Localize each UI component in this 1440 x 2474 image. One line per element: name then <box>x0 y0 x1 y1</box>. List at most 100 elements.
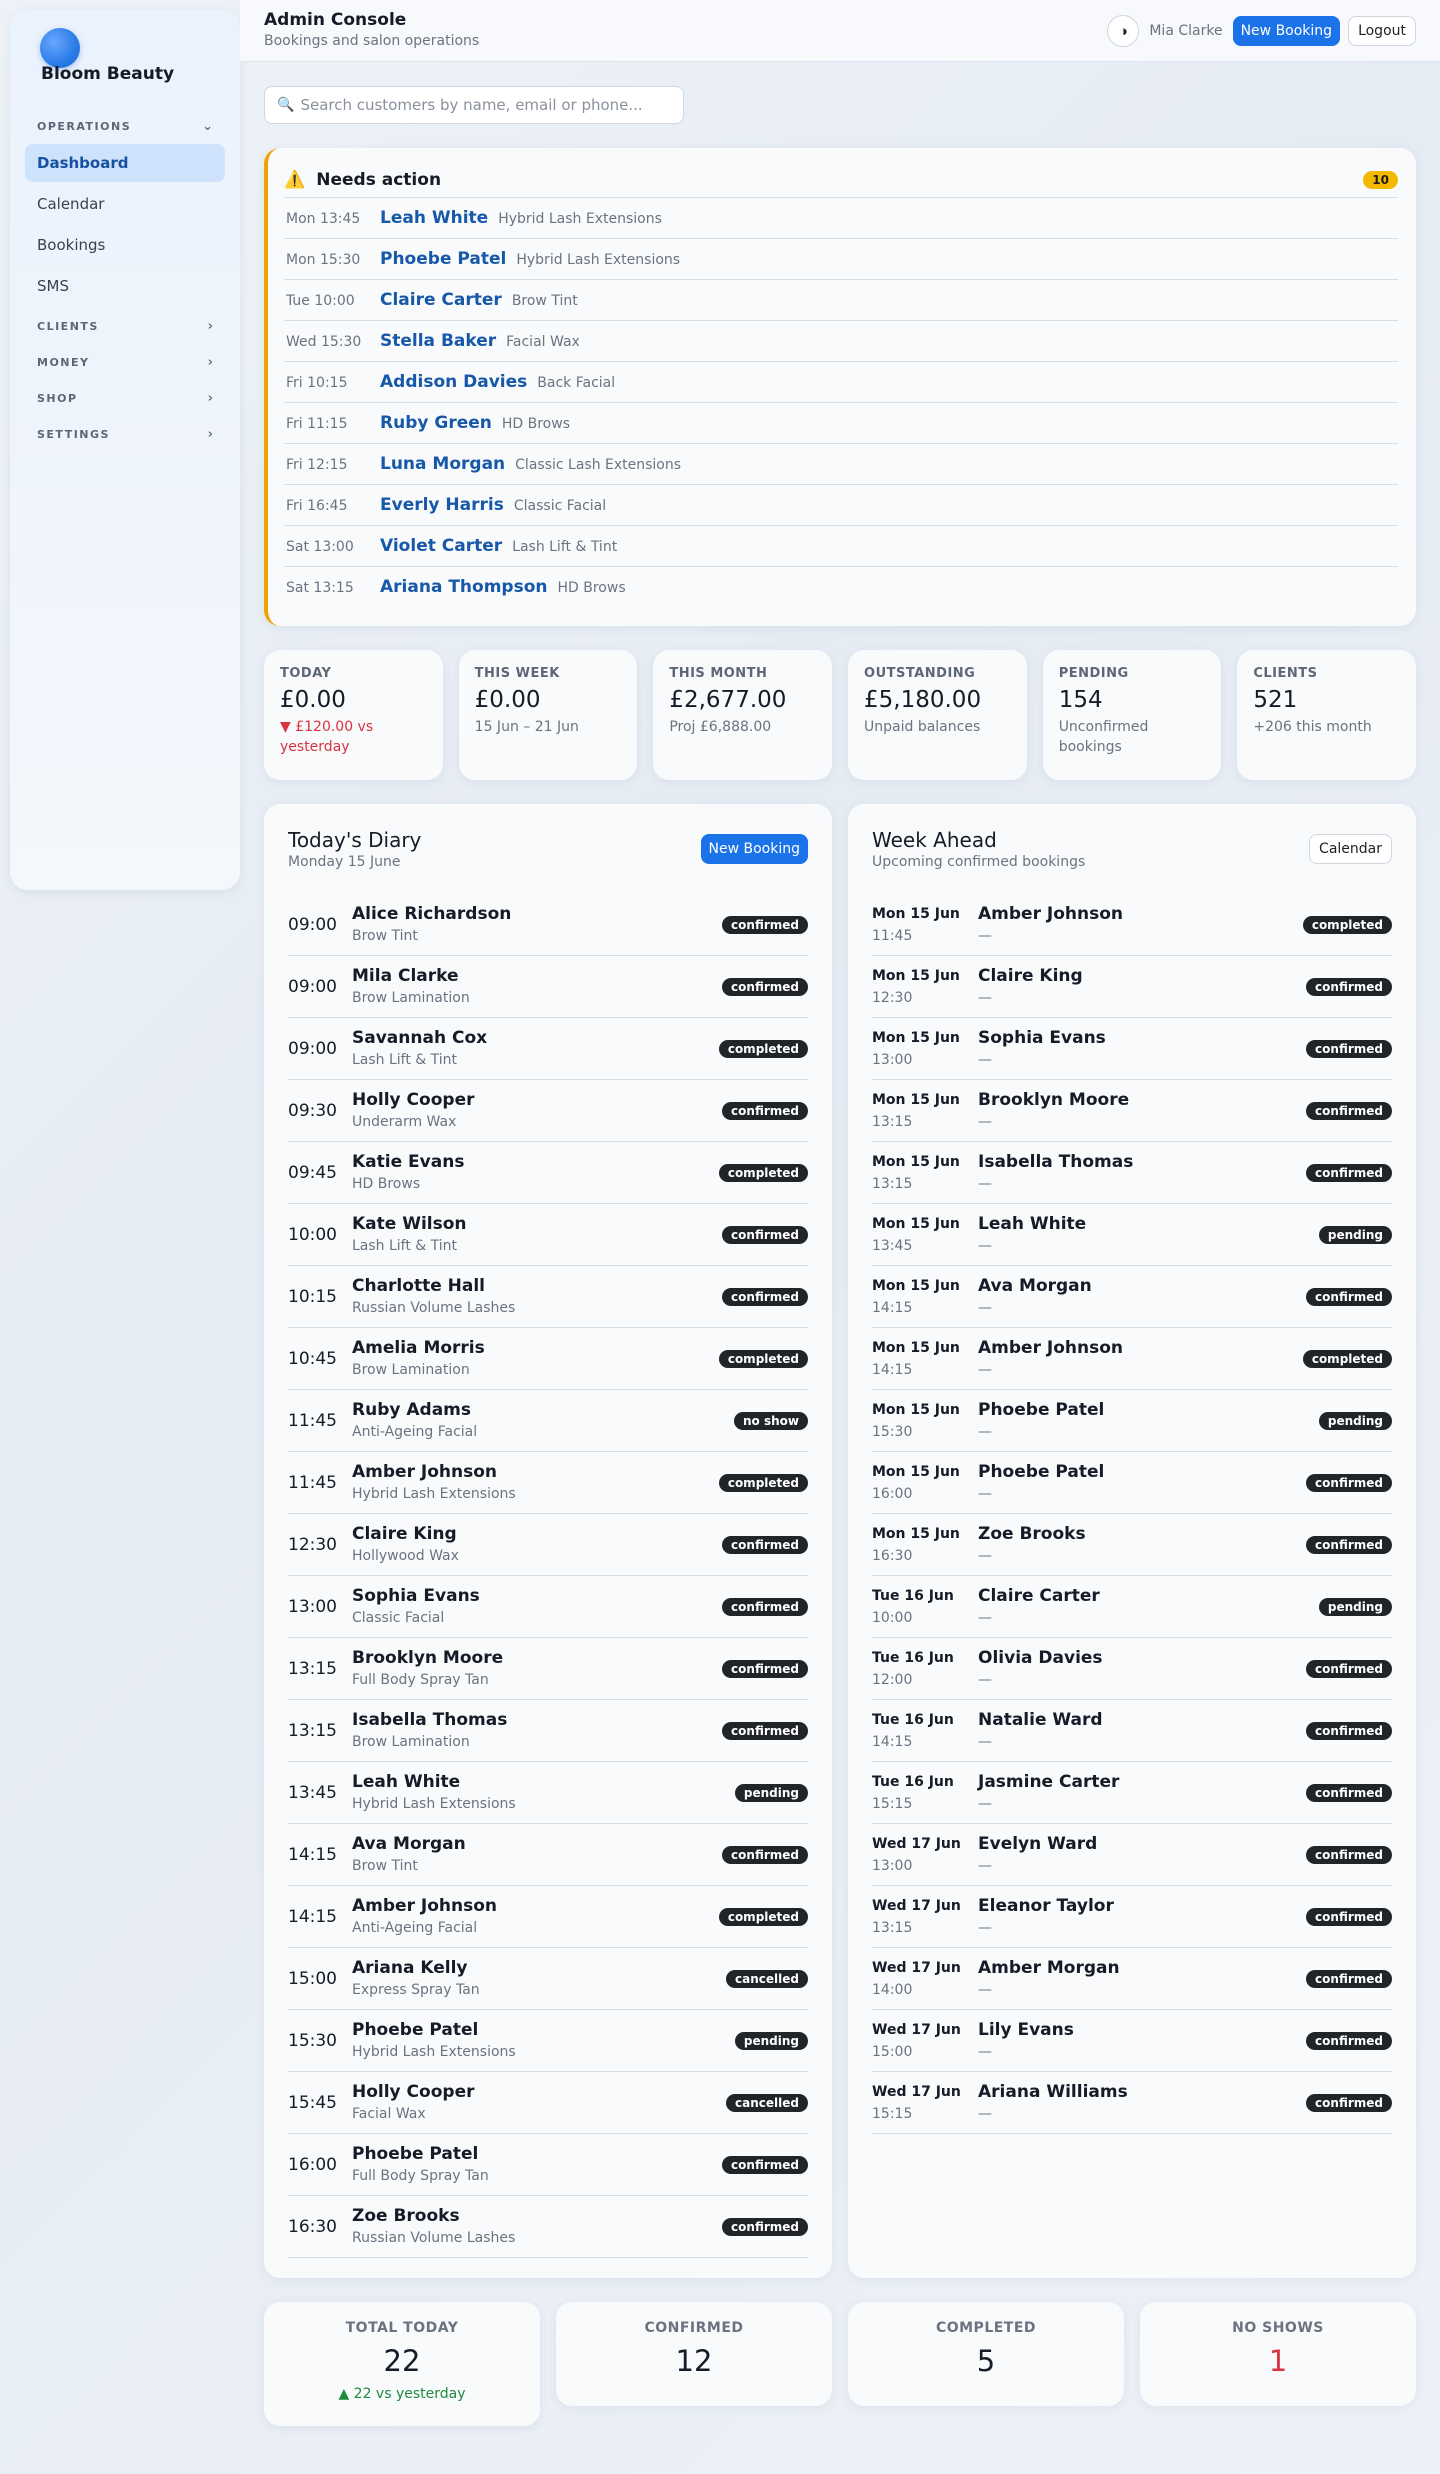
week-row[interactable]: Wed 17 Jun 14:00 Amber Morgan — confirmed <box>872 1948 1392 2010</box>
diary-row[interactable]: 16:00 Phoebe Patel Full Body Spray Tan conf… <box>288 2134 808 2196</box>
week-row[interactable]: Wed 17 Jun 15:00 Lily Evans — confirmed <box>872 2010 1392 2072</box>
diary-row[interactable]: 14:15 Ava Morgan Brow Tint confirmed <box>288 1824 808 1886</box>
sidebar: Bloom Beauty OPERATIONS ⌄ Dashboard Calenda… <box>10 10 240 890</box>
diary-row-info: Amelia Morris Brow Lamination <box>352 1337 719 1381</box>
week-row[interactable]: Tue 16 Jun 15:15 Jasmine Carter — confirmed <box>872 1762 1392 1824</box>
needs-action-client-link[interactable]: Claire Carter <box>380 290 502 310</box>
diary-row[interactable]: 15:45 Holly Cooper Facial Wax cancelled <box>288 2072 808 2134</box>
diary-row[interactable]: 10:00 Kate Wilson Lash Lift & Tint confirme… <box>288 1204 808 1266</box>
diary-row[interactable]: 09:00 Alice Richardson Brow Tint confirmed <box>288 894 808 956</box>
diary-row[interactable]: 09:30 Holly Cooper Underarm Wax confirmed <box>288 1080 808 1142</box>
search-input[interactable] <box>300 96 671 114</box>
diary-row[interactable]: 09:00 Savannah Cox Lash Lift & Tint complet… <box>288 1018 808 1080</box>
diary-row[interactable]: 13:15 Isabella Thomas Brow Lamination confi… <box>288 1700 808 1762</box>
needs-action-service: Hybrid Lash Extensions <box>498 211 662 227</box>
needs-action-client-link[interactable]: Luna Morgan <box>380 454 505 474</box>
diary-row[interactable]: 09:45 Katie Evans HD Brows completed <box>288 1142 808 1204</box>
week-row[interactable]: Mon 15 Jun 11:45 Amber Johnson — completed <box>872 894 1392 956</box>
appointment-day: Mon 15 Jun <box>872 1215 960 1232</box>
nav-section-settings[interactable]: SETTINGS › <box>25 416 225 452</box>
diary-row[interactable]: 10:45 Amelia Morris Brow Lamination complet… <box>288 1328 808 1390</box>
nav-section-clients[interactable]: CLIENTS › <box>25 308 225 344</box>
logout-button[interactable]: Logout <box>1348 16 1416 46</box>
client-name: Zoe Brooks <box>352 2205 460 2226</box>
nav-section-shop[interactable]: SHOP › <box>25 380 225 416</box>
week-row[interactable]: Mon 15 Jun 13:15 Isabella Thomas — confirmed <box>872 1142 1392 1204</box>
needs-action-list: Mon 13:45 Leah White Hybrid Lash Extension… <box>284 198 1398 608</box>
week-row[interactable]: Mon 15 Jun 14:15 Amber Johnson — completed <box>872 1328 1392 1390</box>
appointment-time: 10:15 <box>288 1286 337 1307</box>
needs-action-client-link[interactable]: Violet Carter <box>380 536 502 556</box>
needs-action-client-link[interactable]: Ariana Thompson <box>380 577 548 597</box>
sidebar-item-sms[interactable]: SMS <box>25 267 225 305</box>
calendar-button[interactable]: Calendar <box>1309 834 1392 864</box>
week-row[interactable]: Tue 16 Jun 12:00 Olivia Davies — confirmed <box>872 1638 1392 1700</box>
week-row[interactable]: Mon 15 Jun 13:45 Leah White — pending <box>872 1204 1392 1266</box>
diary-row[interactable]: 13:00 Sophia Evans Classic Facial confirmed <box>288 1576 808 1638</box>
service-name: Russian Volume Lashes <box>352 1299 516 1316</box>
top-bar: Admin Console Bookings and salon operati… <box>240 0 1440 62</box>
week-row[interactable]: Wed 17 Jun 15:15 Ariana Williams — confirmed <box>872 2072 1392 2134</box>
service-name: Brow Lamination <box>352 989 470 1006</box>
sidebar-item-dashboard[interactable]: Dashboard <box>25 144 225 182</box>
diary-row[interactable]: 14:15 Amber Johnson Anti-Ageing Facial comp… <box>288 1886 808 1948</box>
diary-row[interactable]: 15:00 Ariana Kelly Express Spray Tan cancel… <box>288 1948 808 2010</box>
diary-row-info: Charlotte Hall Russian Volume Lashes <box>352 1275 722 1319</box>
diary-row[interactable]: 13:15 Brooklyn Moore Full Body Spray Tan co… <box>288 1638 808 1700</box>
diary-row[interactable]: 09:00 Mila Clarke Brow Lamination confirmed <box>288 956 808 1018</box>
week-row[interactable]: Mon 15 Jun 15:30 Phoebe Patel — pending <box>872 1390 1392 1452</box>
sidebar-item-bookings[interactable]: Bookings <box>25 226 225 264</box>
stat-card-clients: CLIENTS 521 +206 this month <box>1237 650 1417 780</box>
service-name: Brow Tint <box>352 927 418 944</box>
client-name: Eleanor Taylor <box>978 1895 1114 1916</box>
week-row[interactable]: Wed 17 Jun 13:15 Eleanor Taylor — confirmed <box>872 1886 1392 1948</box>
needs-action-time: Fri 11:15 <box>286 416 348 432</box>
diary-new-booking-button[interactable]: New Booking <box>700 834 808 864</box>
diary-row[interactable]: 16:30 Zoe Brooks Russian Volume Lashes conf… <box>288 2196 808 2258</box>
nav-section-money[interactable]: MONEY › <box>25 344 225 380</box>
service-name: — <box>978 1857 992 1874</box>
status-badge: confirmed <box>722 1225 808 1244</box>
sidebar-item-calendar[interactable]: Calendar <box>25 185 225 223</box>
new-booking-button[interactable]: New Booking <box>1232 16 1341 46</box>
week-row[interactable]: Tue 16 Jun 14:15 Natalie Ward — confirmed <box>872 1700 1392 1762</box>
status-badge: confirmed <box>1306 1101 1392 1120</box>
appointment-when: Wed 17 Jun 15:00 <box>872 2019 978 2063</box>
needs-action-client-link[interactable]: Ruby Green <box>380 413 492 433</box>
diary-row[interactable]: 12:30 Claire King Hollywood Wax confirmed <box>288 1514 808 1576</box>
needs-action-client-link[interactable]: Stella Baker <box>380 331 496 351</box>
diary-row[interactable]: 15:30 Phoebe Patel Hybrid Lash Extensions p… <box>288 2010 808 2072</box>
week-row[interactable]: Mon 15 Jun 16:30 Zoe Brooks — confirmed <box>872 1514 1392 1576</box>
needs-action-client-link[interactable]: Leah White <box>380 208 488 228</box>
week-row[interactable]: Mon 15 Jun 13:00 Sophia Evans — confirmed <box>872 1018 1392 1080</box>
appointment-when: Wed 17 Jun 13:15 <box>872 1895 978 1939</box>
week-row-info: Olivia Davies — <box>978 1647 1306 1691</box>
week-row[interactable]: Mon 15 Jun 16:00 Phoebe Patel — confirmed <box>872 1452 1392 1514</box>
diary-row[interactable]: 10:15 Charlotte Hall Russian Volume Lashes… <box>288 1266 808 1328</box>
client-name: Phoebe Patel <box>978 1399 1105 1420</box>
week-row[interactable]: Mon 15 Jun 13:15 Brooklyn Moore — confirmed <box>872 1080 1392 1142</box>
needs-action-count-badge: 10 <box>1363 170 1398 189</box>
status-badge: completed <box>718 1039 808 1058</box>
appointment-time: 16:30 <box>288 2216 337 2237</box>
diary-row-info: Mila Clarke Brow Lamination <box>352 965 722 1009</box>
week-row[interactable]: Mon 15 Jun 12:30 Claire King — confirmed <box>872 956 1392 1018</box>
status-badge: confirmed <box>722 1845 808 1864</box>
client-name: Lily Evans <box>978 2019 1074 2040</box>
diary-row[interactable]: 11:45 Amber Johnson Hybrid Lash Extensions… <box>288 1452 808 1514</box>
appointment-time: 11:45 <box>288 1410 337 1431</box>
appointment-time: 13:15 <box>872 1113 913 1130</box>
appointment-time: 14:15 <box>288 1906 337 1927</box>
diary-row[interactable]: 13:45 Leah White Hybrid Lash Extensions pen… <box>288 1762 808 1824</box>
week-row[interactable]: Wed 17 Jun 13:00 Evelyn Ward — confirmed <box>872 1824 1392 1886</box>
theme-toggle-icon[interactable]: ◑ <box>1107 15 1140 47</box>
week-row[interactable]: Mon 15 Jun 14:15 Ava Morgan — confirmed <box>872 1266 1392 1328</box>
needs-action-client-link[interactable]: Everly Harris <box>380 495 504 515</box>
week-row[interactable]: Tue 16 Jun 10:00 Claire Carter — pending <box>872 1576 1392 1638</box>
needs-action-client-link[interactable]: Phoebe Patel <box>380 249 506 269</box>
diary-row[interactable]: 11:45 Ruby Adams Anti-Ageing Facial no show <box>288 1390 808 1452</box>
nav-section-operations[interactable]: OPERATIONS ⌄ <box>25 108 225 144</box>
needs-action-client-link[interactable]: Addison Davies <box>380 372 527 392</box>
needs-action-time: Fri 16:45 <box>286 498 348 514</box>
customer-search[interactable]: 🔍 <box>264 86 684 124</box>
